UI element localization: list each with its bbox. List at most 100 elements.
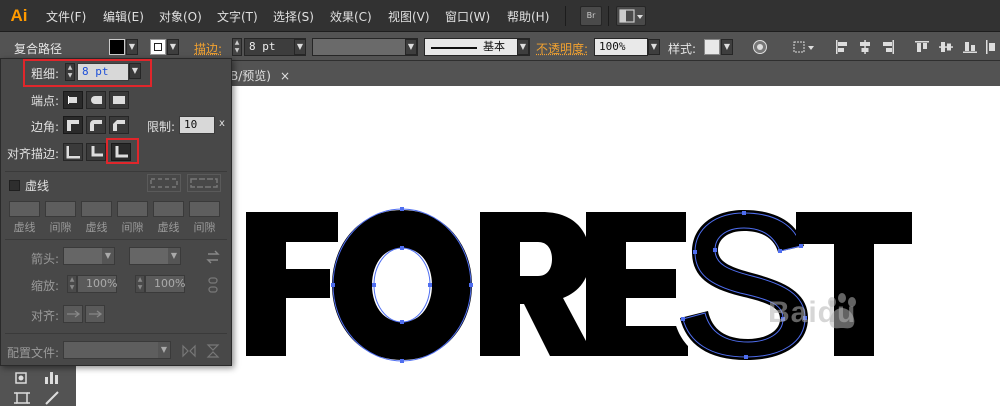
preserve-dash-button[interactable] <box>147 174 181 192</box>
gap-field-1[interactable] <box>45 201 76 217</box>
round-cap-button[interactable] <box>86 91 106 109</box>
graphic-style-dropdown[interactable]: ▼ <box>721 39 733 55</box>
bridge-icon[interactable]: Br <box>580 6 602 26</box>
stroke-swatch[interactable] <box>150 39 166 55</box>
start-arrowhead-select[interactable]: ▼ <box>63 247 115 265</box>
column-graph-tool-icon[interactable] <box>42 367 62 387</box>
opacity-dropdown[interactable]: ▼ <box>648 39 660 55</box>
gap-field-2[interactable] <box>117 201 148 217</box>
swap-arrowheads-icon[interactable] <box>205 249 221 265</box>
menu-select[interactable]: 选择(S) <box>273 8 314 26</box>
menu-file[interactable]: 文件(F) <box>46 8 86 26</box>
arrange-documents-icon <box>619 9 643 23</box>
fill-dropdown-arrow[interactable]: ▼ <box>126 39 138 55</box>
panel-divider <box>5 239 227 240</box>
dash-field-2[interactable] <box>81 201 112 217</box>
end-scale-spinner[interactable]: ▲ ▼ <box>135 275 145 293</box>
flip-across-icon[interactable] <box>205 343 221 359</box>
anchor-point <box>400 320 404 324</box>
limit-field[interactable]: 10 <box>179 116 215 134</box>
start-scale-field[interactable]: 100% <box>77 275 117 293</box>
variable-width-profile[interactable] <box>312 38 418 56</box>
projecting-cap-button[interactable] <box>109 91 129 109</box>
width-profile-select[interactable]: ▼ <box>63 341 171 359</box>
align-stroke-center-button[interactable] <box>63 143 83 161</box>
stroke-dropdown-arrow[interactable]: ▼ <box>167 39 179 55</box>
fill-swatch[interactable] <box>109 39 125 55</box>
graphic-style-swatch[interactable] <box>704 39 720 55</box>
document-tab[interactable]: B/预览) × <box>228 66 296 86</box>
stroke-weight-spinner[interactable]: ▲ ▼ <box>232 38 242 56</box>
menu-separator <box>565 6 566 26</box>
brush-dropdown[interactable]: ▼ <box>517 39 529 55</box>
arrange-documents-button[interactable] <box>616 6 646 26</box>
stroke-label[interactable]: 描边: <box>194 40 222 57</box>
align-top-icon[interactable] <box>914 39 930 55</box>
align-vertical-center-icon[interactable] <box>938 39 954 55</box>
opacity-field[interactable]: 100% <box>594 38 648 56</box>
dash-label-2: 虚线 <box>85 221 108 234</box>
close-tab-icon[interactable]: × <box>280 66 290 86</box>
end-scale-field[interactable]: 100% <box>145 275 185 293</box>
artboard-tool-icon[interactable] <box>12 388 32 406</box>
limit-unit: x <box>219 118 225 129</box>
panel-divider <box>5 333 227 334</box>
weight-field[interactable]: 8 pt <box>77 63 129 81</box>
gap-label-2: 间隙 <box>121 221 144 234</box>
symbol-sprayer-tool-icon[interactable] <box>12 367 32 387</box>
stroke-panel: 粗细: ▲▼ 8 pt ▼ 端点: 边角: 限制: 10 x 对齐描边: 虚线 <box>0 58 232 366</box>
dashed-line-label: 虚线 <box>25 179 50 193</box>
start-scale-spinner[interactable]: ▲ ▼ <box>67 275 77 293</box>
anchor-point <box>744 355 748 359</box>
menu-edit[interactable]: 编辑(E) <box>103 8 144 26</box>
align-dash-corners-button[interactable] <box>187 174 221 192</box>
align-stroke-outside-button[interactable] <box>111 143 131 161</box>
weight-label: 粗细: <box>31 67 60 81</box>
gap-field-3[interactable] <box>189 201 220 217</box>
round-join-button[interactable] <box>86 116 106 134</box>
menu-view[interactable]: 视图(V) <box>388 8 430 26</box>
style-label: 样式: <box>668 42 697 56</box>
panel-divider <box>5 171 227 172</box>
menu-object[interactable]: 对象(O) <box>159 8 202 26</box>
butt-cap-button[interactable] <box>63 91 83 109</box>
align-to-selection-icon[interactable] <box>792 39 816 55</box>
gap-label-1: 间隙 <box>49 221 72 234</box>
slice-tool-icon[interactable] <box>42 388 62 406</box>
anchor-point <box>693 250 697 254</box>
stroke-weight-dropdown[interactable]: ▼ <box>294 39 306 55</box>
recolor-artwork-icon[interactable] <box>752 39 768 55</box>
preserve-dash-icon <box>150 178 178 188</box>
menu-window[interactable]: 窗口(W) <box>445 8 490 26</box>
dash-field-3[interactable] <box>153 201 184 217</box>
arrow-place-button[interactable] <box>85 305 105 323</box>
dashed-line-checkbox[interactable] <box>9 180 20 191</box>
bevel-join-button[interactable] <box>109 116 129 134</box>
anchor-point <box>400 359 404 363</box>
align-left-icon[interactable] <box>834 39 850 55</box>
miter-join-button[interactable] <box>63 116 83 134</box>
scale-label: 缩放: <box>31 279 60 293</box>
menu-type[interactable]: 文字(T) <box>217 8 258 26</box>
brush-definition-field[interactable]: 基本 <box>424 38 530 56</box>
variable-width-dropdown[interactable]: ▼ <box>405 39 417 55</box>
dash-field-1[interactable] <box>9 201 40 217</box>
arrow-extend-button[interactable] <box>63 305 83 323</box>
link-scale-icon[interactable] <box>205 277 221 293</box>
align-horizontal-center-icon[interactable] <box>857 39 873 55</box>
weight-dropdown[interactable]: ▼ <box>129 63 141 79</box>
distribute-icon[interactable] <box>984 39 1000 55</box>
flip-along-icon[interactable] <box>181 343 197 359</box>
align-stroke-inside-icon <box>90 146 103 158</box>
align-right-icon[interactable] <box>880 39 896 55</box>
weight-spinner[interactable]: ▲ ▼ <box>65 63 75 81</box>
end-arrowhead-select[interactable]: ▼ <box>129 247 181 265</box>
align-stroke-inside-button[interactable] <box>86 143 106 161</box>
brush-line-icon <box>431 47 477 49</box>
align-bottom-icon[interactable] <box>962 39 978 55</box>
anchor-point <box>400 207 404 211</box>
menu-effect[interactable]: 效果(C) <box>330 8 372 26</box>
anchor-point <box>428 283 432 287</box>
menu-help[interactable]: 帮助(H) <box>507 8 549 26</box>
opacity-label[interactable]: 不透明度: <box>536 40 588 57</box>
